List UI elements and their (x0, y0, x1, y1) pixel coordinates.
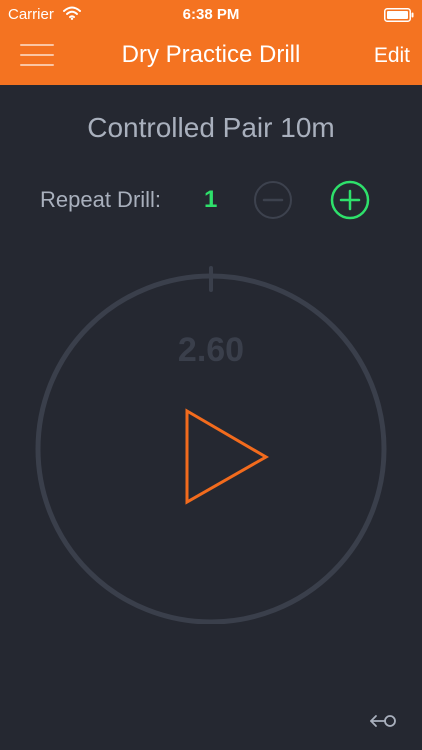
status-bar: Carrier 6:38 PM (0, 0, 422, 30)
play-icon[interactable] (178, 405, 274, 509)
status-time: 6:38 PM (182, 6, 240, 23)
timer-readout: 2.60 (177, 331, 245, 369)
repeat-count: 1 (204, 186, 218, 213)
battery-icon (384, 8, 414, 22)
minus-circle-icon[interactable] (253, 180, 293, 220)
app-header: Carrier 6:38 PM Dry Practice Drill Edit (0, 0, 422, 85)
plus-circle-icon[interactable] (330, 180, 370, 220)
nav-bar: Dry Practice Drill Edit (0, 30, 422, 85)
repeat-drill-label: Repeat Drill: (40, 187, 162, 212)
page-title: Dry Practice Drill (121, 41, 301, 68)
drill-name: Controlled Pair 10m (87, 112, 335, 143)
back-arrow-icon[interactable] (367, 710, 397, 732)
edit-button[interactable]: Edit (374, 44, 410, 68)
repeat-drill-row: Repeat Drill: 1 (0, 178, 422, 222)
